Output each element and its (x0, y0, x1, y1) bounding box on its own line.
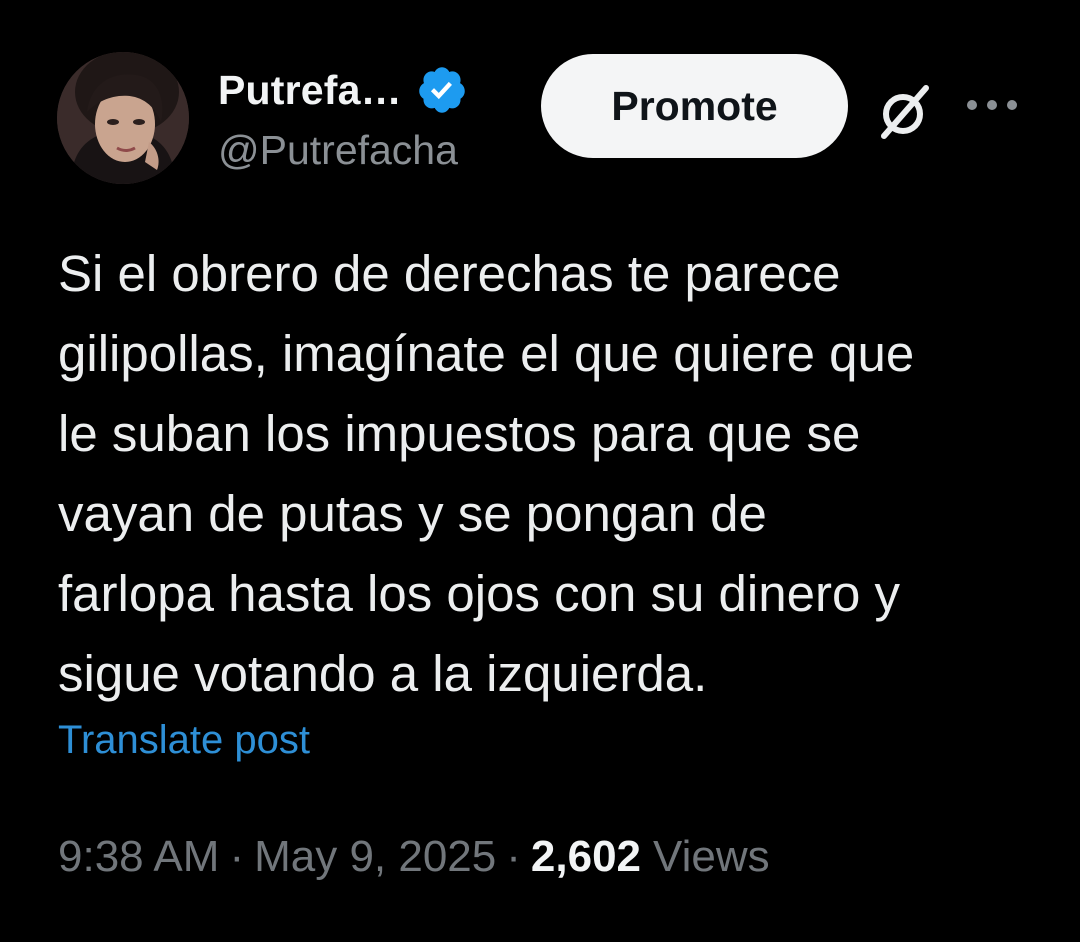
promote-button[interactable]: Promote (541, 54, 848, 158)
meta-separator: · (229, 832, 245, 881)
tweet-text: Si el obrero de derechas te parece gilip… (58, 245, 915, 702)
views-label[interactable]: Views (653, 832, 770, 882)
grok-slash-icon[interactable] (870, 78, 938, 146)
display-name[interactable]: Putrefa… (218, 67, 402, 114)
author-handle[interactable]: @Putrefacha (218, 127, 458, 174)
tweet-meta: 9:38 AM · May 9, 2025 · 2,602 Views (58, 832, 770, 882)
tweet-header: Putrefa… @Putrefacha Promote (0, 0, 1080, 200)
avatar[interactable] (57, 52, 189, 184)
author-name-row[interactable]: Putrefa… (218, 62, 468, 118)
meta-separator: · (506, 832, 521, 881)
tweet-time[interactable]: 9:38 AM (58, 832, 219, 882)
views-count[interactable]: 2,602 (531, 832, 641, 882)
more-dots-icon[interactable] (963, 94, 1021, 116)
avatar-image (57, 52, 189, 184)
verified-badge-icon (419, 67, 465, 113)
tweet-date[interactable]: May 9, 2025 (254, 832, 496, 882)
translate-post-link[interactable]: Translate post (58, 718, 310, 763)
